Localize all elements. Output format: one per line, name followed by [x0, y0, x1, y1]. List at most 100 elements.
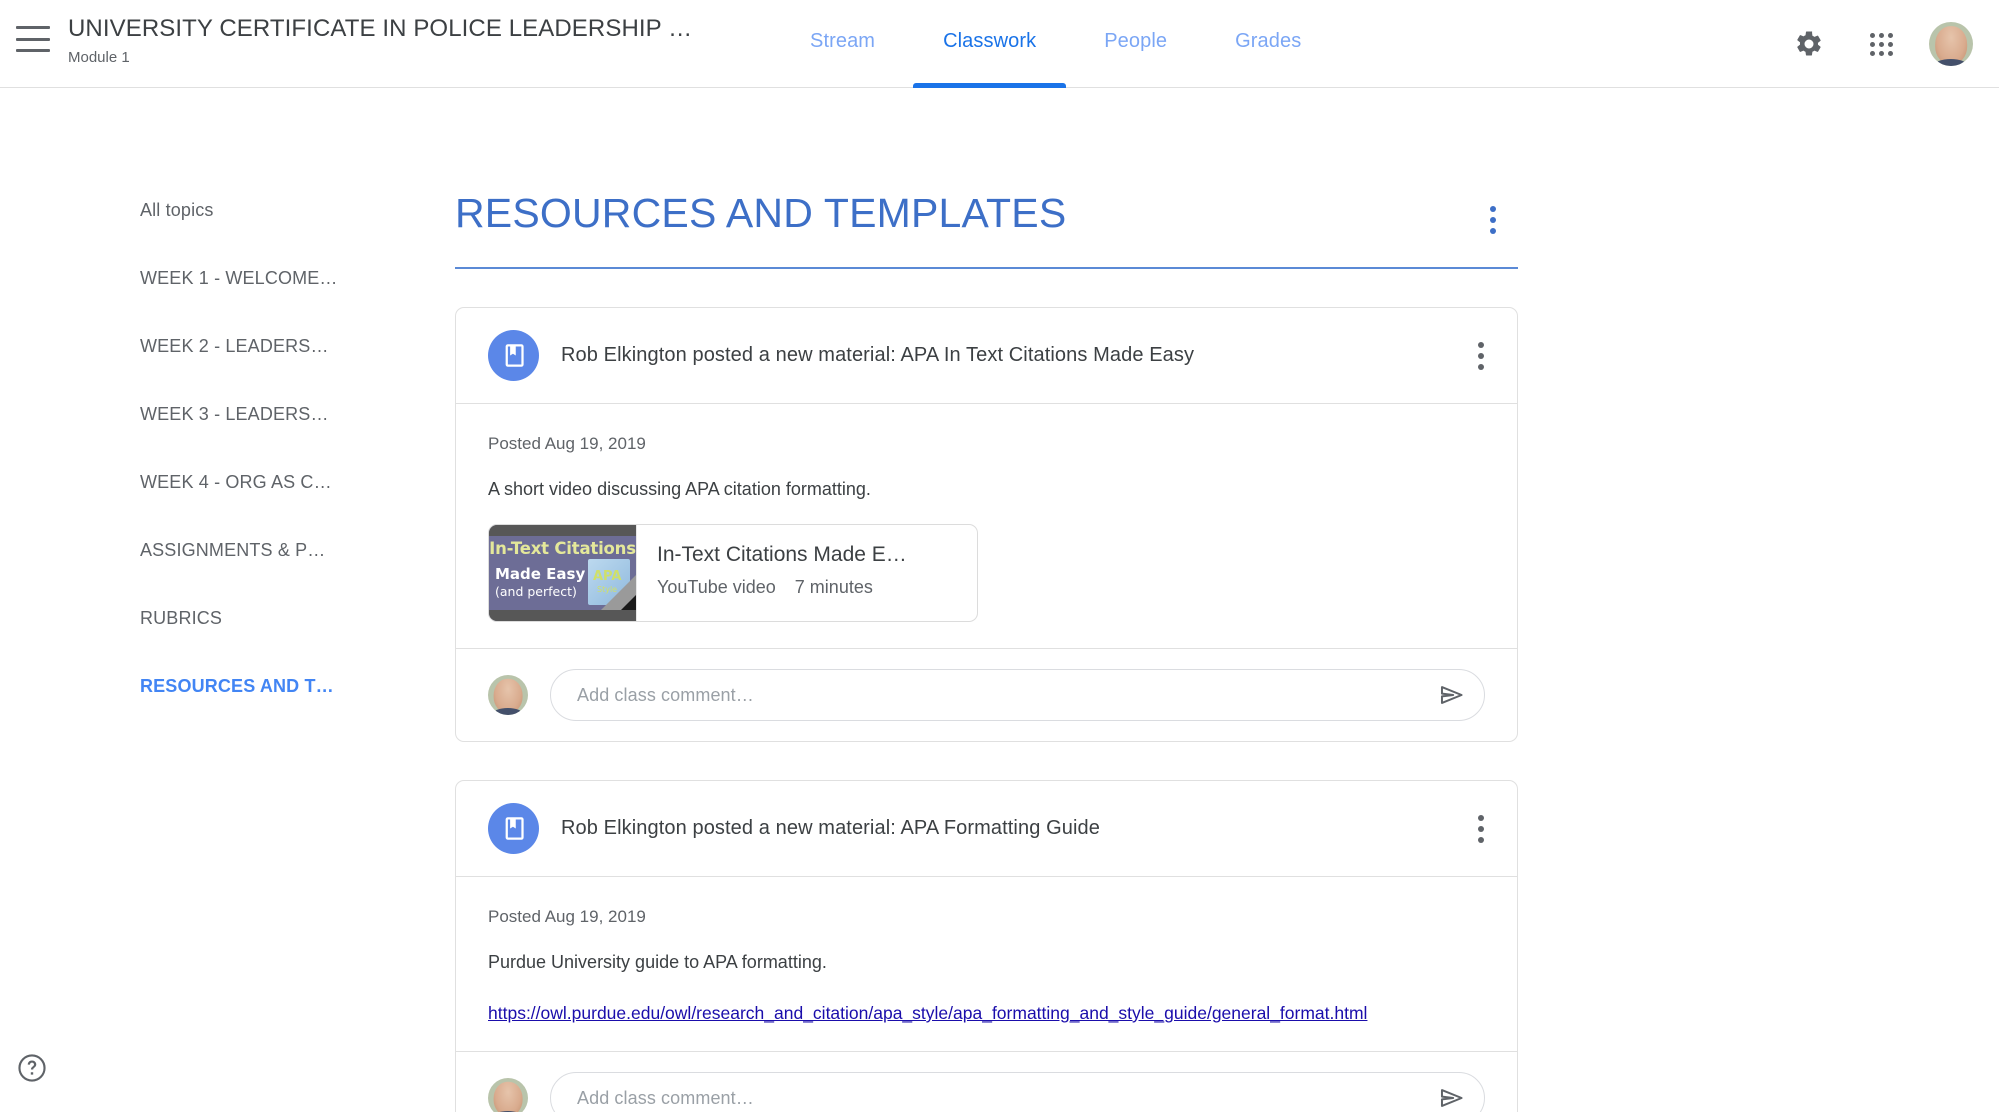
attachment-type: YouTube video: [657, 577, 776, 597]
app-header: UNIVERSITY CERTIFICATE IN POLICE LEADERS…: [0, 0, 1999, 88]
topic-divider: [455, 267, 1518, 269]
grid-dot: [1878, 41, 1884, 47]
posted-date: Posted Aug 19, 2019: [488, 434, 646, 453]
page-title[interactable]: RESOURCES AND TEMPLATES: [455, 188, 1475, 238]
avatar-shirt: [1934, 58, 1968, 66]
grid-dot: [1878, 32, 1884, 38]
course-subtitle: Module 1: [68, 49, 130, 66]
avatar: [488, 1078, 528, 1112]
grid-dot: [1887, 32, 1893, 38]
thumb-letterbox-bottom: [489, 610, 636, 621]
tab-stream[interactable]: Stream: [776, 0, 909, 88]
kebab-dot: [1478, 836, 1484, 843]
help-button[interactable]: [10, 1046, 54, 1090]
hamburger-line: [16, 37, 50, 41]
material-card-title: Rob Elkington posted a new material: APA…: [561, 817, 1100, 839]
send-comment-button[interactable]: [1430, 1076, 1474, 1112]
settings-button[interactable]: [1785, 20, 1833, 68]
page-body: All topics WEEK 1 - WELCOME… WEEK 2 - LE…: [0, 88, 1999, 1112]
grid-dot: [1887, 41, 1893, 47]
header-actions: [1785, 0, 1999, 88]
kebab-dot: [1490, 206, 1496, 212]
attachment-duration: 7 minutes: [794, 577, 873, 597]
sidebar-item-assignments[interactable]: ASSIGNMENTS & P…: [0, 516, 455, 584]
kebab-dot: [1478, 814, 1484, 821]
gear-icon: [1797, 31, 1821, 56]
comment-input[interactable]: Add class comment…: [550, 669, 1485, 721]
topic-header: RESOURCES AND TEMPLATES: [455, 88, 1525, 238]
apps-grid-icon: [1869, 32, 1893, 56]
tab-people[interactable]: People: [1070, 0, 1201, 88]
material-card-body: Posted Aug 19, 2019 Purdue University gu…: [456, 876, 1517, 1051]
more-vert-icon: [1475, 202, 1511, 238]
kebab-dot: [1490, 228, 1496, 234]
comment-input[interactable]: Add class comment…: [550, 1072, 1485, 1112]
sidebar-item-resources-and-templates[interactable]: RESOURCES AND T…: [0, 652, 455, 720]
material-card-header[interactable]: Rob Elkington posted a new material: APA…: [456, 308, 1517, 403]
sidebar-item-all-topics[interactable]: All topics: [0, 176, 455, 244]
course-title-block: UNIVERSITY CERTIFICATE IN POLICE LEADERS…: [68, 14, 708, 68]
sidebar-item-rubrics[interactable]: RUBRICS: [0, 584, 455, 652]
kebab-dot: [1478, 363, 1484, 370]
sidebar-item-week-2[interactable]: WEEK 2 - LEADERS…: [0, 312, 455, 380]
avatar: [488, 675, 528, 715]
kebab-dot: [1478, 825, 1484, 832]
classwork-main: RESOURCES AND TEMPLATES Rob Elkington po…: [455, 88, 1525, 1112]
thumb-line-2: Made Easy: [495, 565, 586, 583]
grid-dot: [1887, 50, 1893, 56]
thumb-line-3: (and perfect): [495, 584, 577, 599]
send-icon: [1440, 686, 1463, 704]
attachment-youtube[interactable]: In-Text Citations Made Easy (and perfect…: [488, 524, 978, 622]
sidebar-item-week-4[interactable]: WEEK 4 - ORG AS C…: [0, 448, 455, 516]
grid-dot: [1869, 32, 1875, 38]
avatar[interactable]: [1929, 22, 1973, 66]
avatar-face: [493, 1081, 523, 1112]
material-description: Purdue University guide to APA formattin…: [488, 952, 827, 972]
material-card-menu-button[interactable]: [1463, 811, 1499, 847]
help-circle-icon: [18, 1054, 46, 1082]
book-bookmark-glyph: [505, 817, 524, 840]
material-card-title: Rob Elkington posted a new material: APA…: [561, 344, 1195, 366]
thumb-letterbox-top: [489, 525, 636, 536]
send-comment-button[interactable]: [1430, 673, 1474, 717]
grid-dot: [1869, 41, 1875, 47]
grid-dot: [1878, 50, 1884, 56]
sidebar-item-week-3[interactable]: WEEK 3 - LEADERS…: [0, 380, 455, 448]
material-card: Rob Elkington posted a new material: APA…: [455, 780, 1518, 1112]
comment-placeholder: Add class comment…: [577, 684, 754, 705]
tab-classwork[interactable]: Classwork: [909, 0, 1070, 88]
posted-date: Posted Aug 19, 2019: [488, 907, 646, 926]
main-menu-button[interactable]: [16, 26, 50, 52]
video-thumbnail: In-Text Citations Made Easy (and perfect…: [489, 525, 637, 621]
thumb-line-1: In-Text Citations: [489, 539, 636, 558]
grid-dot: [1869, 50, 1875, 56]
material-card-menu-button[interactable]: [1463, 338, 1499, 374]
send-icon: [1440, 1089, 1463, 1107]
hamburger-line: [16, 26, 50, 29]
comment-row: Add class comment…: [456, 648, 1517, 741]
hamburger-line: [16, 49, 50, 52]
material-book-icon: [488, 330, 539, 381]
kebab-dot: [1478, 352, 1484, 359]
comment-placeholder: Add class comment…: [577, 1087, 754, 1108]
topic-sidebar: All topics WEEK 1 - WELCOME… WEEK 2 - LE…: [0, 88, 455, 720]
attachment-meta: In-Text Citations Made E… YouTube video …: [637, 525, 921, 621]
apps-button[interactable]: [1857, 20, 1905, 68]
sidebar-item-week-1[interactable]: WEEK 1 - WELCOME…: [0, 244, 455, 312]
material-card-body: Posted Aug 19, 2019 A short video discus…: [456, 403, 1517, 648]
kebab-dot: [1478, 341, 1484, 348]
material-card-header[interactable]: Rob Elkington posted a new material: APA…: [456, 781, 1517, 876]
course-title[interactable]: UNIVERSITY CERTIFICATE IN POLICE LEADERS…: [68, 14, 708, 44]
attachment-subtitle: YouTube video 7 minutes: [657, 575, 907, 599]
material-link[interactable]: https://owl.purdue.edu/owl/research_and_…: [488, 1001, 1367, 1025]
avatar-shirt: [492, 708, 524, 715]
nav-tabs: Stream Classwork People Grades: [776, 0, 1335, 88]
tab-grades[interactable]: Grades: [1201, 0, 1335, 88]
attachment-title: In-Text Citations Made E…: [657, 543, 907, 566]
topic-menu-button[interactable]: [1475, 202, 1511, 238]
kebab-dot: [1490, 217, 1496, 223]
comment-row: Add class comment…: [456, 1051, 1517, 1112]
book-bookmark-glyph: [505, 344, 524, 367]
material-book-icon: [488, 803, 539, 854]
material-description: A short video discussing APA citation fo…: [488, 479, 871, 499]
